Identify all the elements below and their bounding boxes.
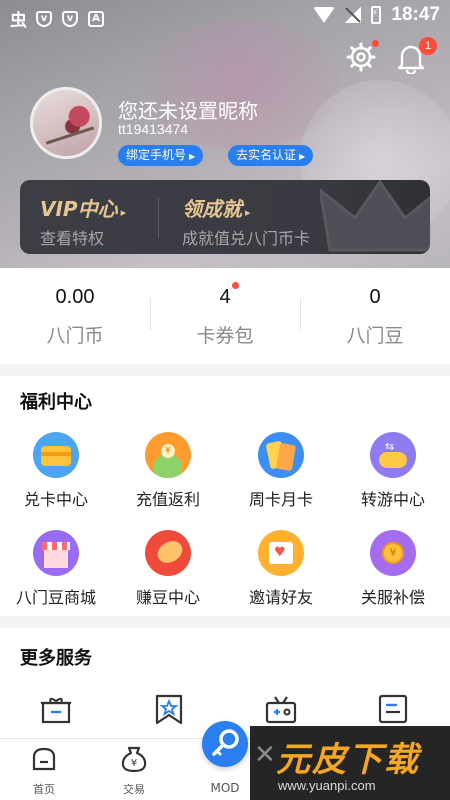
welfare-item-label: 转游中心 [360, 490, 425, 509]
new-dot [232, 282, 239, 289]
crown-icon [320, 180, 430, 252]
profile-header: 虫 v v A 18:47 1 [0, 0, 450, 268]
tab-label: MOD [210, 781, 240, 795]
divider [158, 198, 159, 238]
welfare-item-label: 周卡月卡 [248, 490, 313, 509]
status-time: 18:47 [391, 4, 440, 25]
bind-phone-button[interactable]: 绑定手机号 ▶ [118, 145, 204, 166]
caret-right-icon: ▸ [245, 206, 251, 219]
achievement-subtitle: 成就值兑八门币卡 [182, 229, 311, 248]
tab-home[interactable]: 首页 [14, 745, 74, 797]
tab-trade[interactable]: ¥ 交易 [104, 745, 164, 797]
watermark: ✕ 元皮下载 www.yuanpi.com [250, 726, 450, 800]
battery-charging-icon [371, 6, 382, 24]
tab-label: 首页 [33, 783, 55, 796]
vip-title: VIP中心 ▸ [40, 197, 127, 221]
watermark-x-icon: ✕ [254, 740, 276, 770]
welfare-item-invite-friends[interactable]: ♥ 邀请好友 [225, 530, 337, 608]
caret-right-icon: ▸ [120, 206, 127, 219]
watermark-title: 元皮下载 [276, 740, 420, 780]
verify-realname-label: 去实名认证 [236, 148, 297, 162]
a-notification-icon: A [88, 10, 104, 27]
card-exchange-icon [33, 432, 79, 478]
recharge-rebate-icon: ¥ [145, 432, 191, 478]
section-title: 福利中心 [20, 392, 92, 413]
vip-card: VIP中心 ▸ 查看特权 领成就 ▸ 成就值兑八门币卡 [20, 180, 430, 254]
triangle-right-icon: ▶ [189, 152, 196, 161]
section-title: 更多服务 [20, 648, 92, 669]
wallet-stats: 0.00 八门币 4 卡券包 0 八门豆 [0, 268, 450, 364]
nickname[interactable]: 您还未设置昵称 [118, 95, 258, 124]
welfare-item-earn-beans[interactable]: 赚豆中心 [112, 530, 224, 608]
bean-mall-icon [33, 530, 79, 576]
settings-dot [372, 40, 379, 47]
welfare-center: 福利中心 兑卡中心 ¥ 充值返利 周卡月卡 ⇆ 转游中心 八门豆商城 赚豆中心 … [0, 376, 450, 616]
shield-icon: v [36, 10, 52, 27]
game-console-icon[interactable] [265, 694, 297, 724]
welfare-item-recharge-rebate[interactable]: ¥ 充值返利 [112, 432, 224, 510]
key-icon [212, 729, 239, 756]
welfare-item-label: 赚豆中心 [135, 588, 200, 607]
welfare-item-game-transfer[interactable]: ⇆ 转游中心 [337, 432, 449, 510]
money-bag-icon: ¥ [121, 746, 147, 773]
tab-label: 交易 [123, 783, 145, 796]
welfare-item-bean-mall[interactable]: 八门豆商城 [0, 530, 112, 608]
bind-phone-label: 绑定手机号 [126, 148, 187, 162]
stat-label: 八门豆 [346, 325, 404, 347]
svg-text:¥: ¥ [131, 758, 137, 769]
gear-icon [346, 42, 376, 72]
status-bar: 虫 v v A 18:47 [0, 0, 450, 32]
shield-icon: v [62, 10, 78, 27]
welfare-item-label: 关服补偿 [360, 588, 425, 607]
gift-icon[interactable] [40, 694, 72, 724]
user-id: tt19413474 [118, 121, 189, 137]
no-signal-icon [345, 7, 362, 23]
invite-friends-icon: ♥ [258, 530, 304, 576]
welfare-item-label: 充值返利 [135, 490, 200, 509]
welfare-item-label: 兑卡中心 [23, 490, 88, 509]
stat-label: 卡券包 [196, 325, 254, 347]
app-logo-icon: 虫 [10, 11, 27, 31]
vip-subtitle: 查看特权 [40, 229, 105, 248]
welfare-item-card-exchange[interactable]: 兑卡中心 [0, 432, 112, 510]
watermark-url: www.yuanpi.com [278, 778, 376, 793]
achievement-title: 领成就 ▸ [182, 197, 251, 221]
stat-value: 0 [369, 286, 381, 308]
stat-coins[interactable]: 0.00 八门币 [0, 286, 150, 348]
tab-mod-button[interactable] [202, 721, 248, 767]
game-transfer-icon: ⇆ [370, 432, 416, 478]
earn-beans-icon [145, 530, 191, 576]
welfare-item-label: 八门豆商城 [15, 588, 96, 607]
stat-value: 0.00 [55, 286, 95, 308]
stat-beans[interactable]: 0 八门豆 [300, 286, 450, 348]
stat-label: 八门币 [46, 325, 104, 347]
news-icon[interactable] [377, 694, 409, 724]
stat-coupons[interactable]: 4 卡券包 [150, 286, 300, 348]
verify-realname-button[interactable]: 去实名认证 ▶ [228, 145, 314, 166]
notification-badge: 1 [419, 37, 437, 55]
welfare-item-weekly-monthly-card[interactable]: 周卡月卡 [225, 432, 337, 510]
settings-button[interactable] [344, 42, 378, 76]
welfare-item-server-compensation[interactable]: ¥ 关服补偿 [337, 530, 449, 608]
star-bookmark-icon[interactable] [153, 694, 185, 724]
weekly-monthly-card-icon [258, 432, 304, 478]
wifi-icon [313, 7, 336, 23]
avatar[interactable] [30, 87, 102, 159]
stat-value: 4 [219, 286, 231, 308]
home-icon [32, 747, 56, 771]
triangle-right-icon: ▶ [299, 152, 306, 161]
server-close-compensation-icon: ¥ [370, 530, 416, 576]
welfare-item-label: 邀请好友 [248, 588, 313, 607]
